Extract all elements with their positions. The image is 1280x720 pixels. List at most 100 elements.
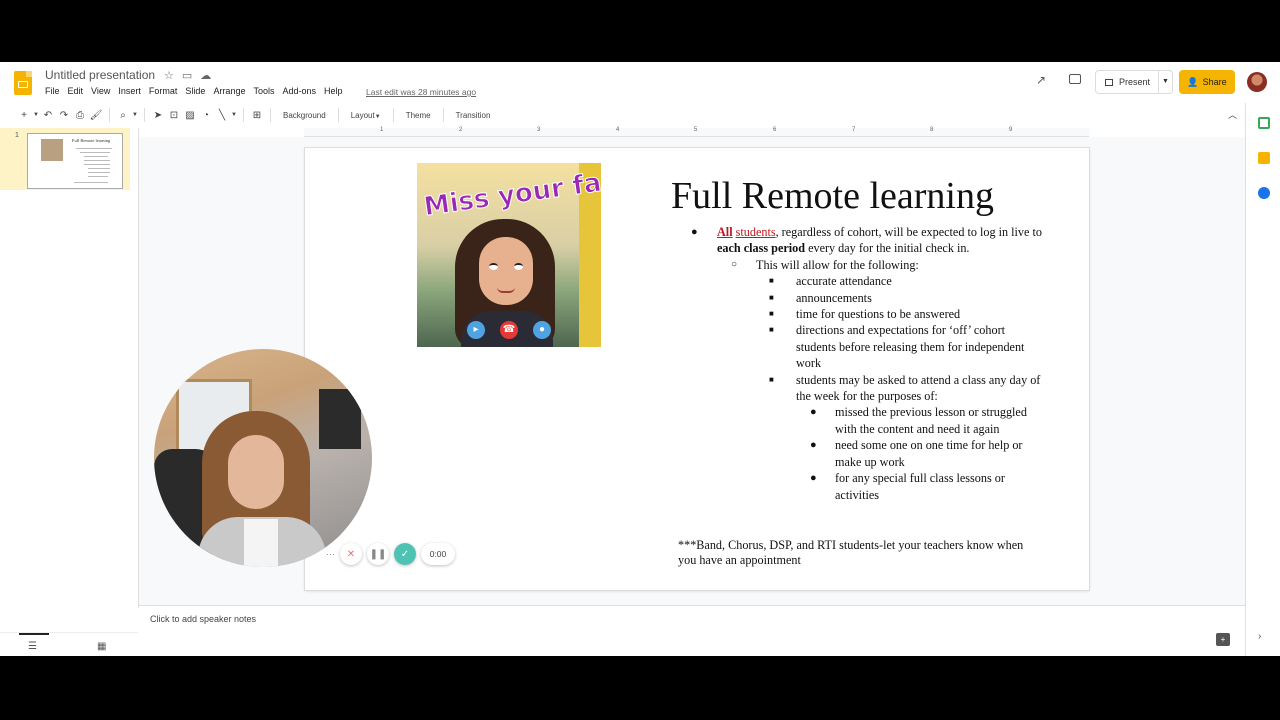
menu-view[interactable]: View bbox=[91, 86, 110, 96]
grid-view-icon[interactable]: ▦ bbox=[97, 641, 106, 652]
menu-insert[interactable]: Insert bbox=[118, 86, 141, 96]
paint-format-icon[interactable]: 🖌 bbox=[88, 110, 104, 121]
ruler-mark: 9 bbox=[1009, 127, 1013, 133]
speaker-notes[interactable]: Click to add speaker notes bbox=[150, 614, 256, 624]
move-folder-icon[interactable]: ▭ bbox=[182, 69, 192, 82]
share-label: Share bbox=[1202, 77, 1227, 87]
webcam-bubble[interactable] bbox=[154, 349, 372, 567]
last-edit-link[interactable]: Last edit was 28 minutes ago bbox=[366, 87, 476, 97]
list-item: ● missed the previous lesson or struggled… bbox=[683, 404, 1043, 437]
ruler-mark: 1 bbox=[380, 127, 384, 133]
tasks-icon[interactable] bbox=[1258, 187, 1270, 199]
slide-filmstrip: 1 Full Remote learning bbox=[0, 128, 139, 608]
comment-history-icon[interactable] bbox=[1069, 74, 1081, 84]
item-text: directions and expectations for ‘off’ co… bbox=[796, 323, 1025, 371]
slide[interactable]: Miss your face! ▸ ☎ ● Full Remote learni… bbox=[305, 148, 1089, 590]
present-dropdown-icon[interactable]: ▼ bbox=[1158, 71, 1172, 93]
share-button[interactable]: 👤 Share bbox=[1179, 70, 1235, 94]
account-avatar[interactable] bbox=[1247, 72, 1267, 92]
slide-thumbnail[interactable]: Full Remote learning bbox=[27, 133, 123, 189]
slide-title[interactable]: Full Remote learning bbox=[671, 174, 994, 218]
slide-body[interactable]: ● All students, regardless of cohort, wi… bbox=[683, 224, 1043, 503]
bullet1-text-b: every day for the initial check in. bbox=[805, 241, 970, 256]
transition-button[interactable]: Transition bbox=[456, 111, 491, 120]
thumbnail-line bbox=[88, 172, 110, 173]
bullet-disc: ● bbox=[810, 439, 817, 452]
menu-edit[interactable]: Edit bbox=[68, 86, 84, 96]
filmstrip-slide-1[interactable]: 1 Full Remote learning bbox=[0, 128, 130, 190]
layout-button[interactable]: Layout▼ bbox=[351, 111, 381, 120]
zoom-icon[interactable]: ⌕ bbox=[115, 110, 131, 121]
thumbnail-line bbox=[88, 168, 110, 169]
more-options-icon[interactable]: ··· bbox=[326, 549, 335, 559]
menu-slide[interactable]: Slide bbox=[185, 86, 205, 96]
webcam-tv bbox=[319, 389, 361, 449]
line-dropdown-icon[interactable]: ▼ bbox=[230, 112, 238, 118]
star-icon[interactable]: ☆ bbox=[164, 69, 174, 82]
item-text: students may be asked to attend a class … bbox=[796, 372, 1041, 404]
ruler-mark: 7 bbox=[852, 127, 856, 133]
notes-divider[interactable] bbox=[139, 605, 1245, 606]
present-label: Present bbox=[1119, 77, 1151, 87]
slide-footnote[interactable]: ***Band, Chorus, DSP, and RTI students-l… bbox=[678, 538, 1038, 568]
toolbar-divider bbox=[270, 108, 271, 122]
finish-recording-icon[interactable]: ✓ bbox=[394, 543, 416, 565]
menu-format[interactable]: Format bbox=[149, 86, 178, 96]
menu-tools[interactable]: Tools bbox=[253, 86, 274, 96]
activity-dashboard-icon[interactable]: ↗ bbox=[1036, 73, 1046, 87]
theme-button[interactable]: Theme bbox=[406, 111, 431, 120]
toolbar: + ▼ ↶ ↷ ⎙ 🖌 ⌕ ▼ ➤ ⊡ ▨ ◔ ╲ ▼ ⊞ Background… bbox=[0, 103, 1245, 127]
thumbnail-line bbox=[84, 156, 108, 157]
pause-recording-icon[interactable]: ❚❚ bbox=[367, 543, 389, 565]
slides-logo-icon[interactable] bbox=[14, 71, 32, 95]
view-toggle-bar: ☰ ▦ bbox=[0, 632, 138, 656]
bullet-square: ■ bbox=[769, 325, 774, 335]
list-item: ● need some one on one time for help or m… bbox=[683, 437, 1043, 470]
shape-icon[interactable]: ◔ bbox=[198, 110, 214, 121]
purpose-text: need some one on one time for help or ma… bbox=[835, 438, 1023, 469]
menu-help[interactable]: Help bbox=[324, 86, 343, 96]
bitmoji-image[interactable]: Miss your face! ▸ ☎ ● bbox=[417, 163, 601, 347]
keep-icon[interactable] bbox=[1258, 152, 1270, 164]
new-slide-dropdown-icon[interactable]: ▼ bbox=[32, 112, 40, 118]
zoom-dropdown-icon[interactable]: ▼ bbox=[131, 112, 139, 118]
add-comment-icon[interactable]: ⊞ bbox=[249, 110, 265, 121]
list-item: ■ directions and expectations for ‘off’ c… bbox=[683, 322, 1043, 371]
explore-icon[interactable]: + bbox=[1216, 633, 1230, 646]
list-item: ■ accurate attendance bbox=[683, 273, 1043, 289]
slide-number: 1 bbox=[15, 132, 19, 139]
list-item: ■ announcements bbox=[683, 290, 1043, 306]
image-icon[interactable]: ▨ bbox=[182, 110, 198, 121]
toolbar-divider bbox=[337, 108, 339, 122]
new-slide-icon[interactable]: + bbox=[16, 110, 32, 121]
header: Untitled presentation ☆ ▭ ☁ File Edit Vi… bbox=[0, 62, 1280, 102]
ruler-mark: 6 bbox=[773, 127, 777, 133]
bullet-square: ■ bbox=[769, 292, 774, 302]
expand-side-panel-icon[interactable]: › bbox=[1258, 631, 1261, 642]
filmstrip-view-icon[interactable]: ☰ bbox=[28, 641, 37, 652]
cloud-status-icon[interactable]: ☁ bbox=[200, 69, 211, 82]
present-button[interactable]: Present ▼ bbox=[1095, 70, 1173, 94]
text-box-icon[interactable]: ⊡ bbox=[166, 110, 182, 121]
undo-icon[interactable]: ↶ bbox=[40, 110, 56, 121]
line-icon[interactable]: ╲ bbox=[214, 110, 230, 121]
background-button[interactable]: Background bbox=[283, 111, 326, 120]
list-item: ● All students, regardless of cohort, wi… bbox=[683, 224, 1043, 257]
toolbar-divider bbox=[144, 108, 145, 122]
menu-file[interactable]: File bbox=[45, 86, 60, 96]
horizontal-ruler[interactable]: 1 2 3 4 5 6 7 8 9 bbox=[304, 127, 1089, 137]
collapse-toolbar-icon[interactable]: ︿ bbox=[1228, 108, 1237, 121]
document-title[interactable]: Untitled presentation bbox=[45, 68, 155, 82]
bullet1-text-a: , regardless of cohort, will be expected… bbox=[775, 225, 1042, 239]
redo-icon[interactable]: ↷ bbox=[56, 110, 72, 121]
menu-bar: File Edit View Insert Format Slide Arran… bbox=[45, 86, 343, 96]
calendar-icon[interactable] bbox=[1258, 117, 1270, 129]
select-icon[interactable]: ➤ bbox=[150, 110, 166, 121]
cancel-recording-icon[interactable]: ✕ bbox=[340, 543, 362, 565]
menu-addons[interactable]: Add-ons bbox=[282, 86, 316, 96]
toolbar-divider bbox=[109, 108, 110, 122]
print-icon[interactable]: ⎙ bbox=[72, 110, 88, 121]
bullet-disc: ● bbox=[810, 406, 817, 419]
menu-arrange[interactable]: Arrange bbox=[213, 86, 245, 96]
layout-dropdown-icon: ▼ bbox=[374, 113, 381, 120]
